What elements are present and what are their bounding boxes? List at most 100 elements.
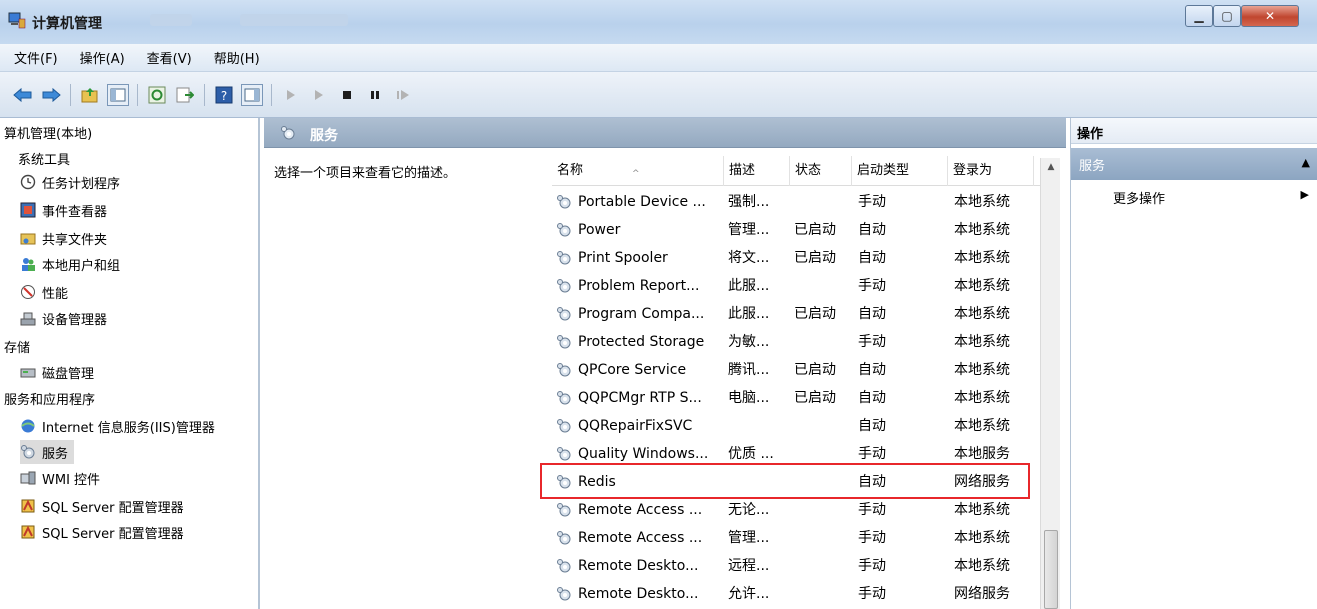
properties-icon[interactable] xyxy=(241,83,263,106)
tree-item-label: 服务 xyxy=(42,446,69,462)
services-pane: 服务 选择一个项目来查看它的描述。 名称 ^ 描述 状态 启动类型 登录为 Po… xyxy=(264,118,1066,609)
service-row[interactable]: Remote Deskto... 允许... 手动 网络服务 xyxy=(552,580,1022,608)
service-name-cell: QPCore Service xyxy=(578,362,687,378)
vertical-scrollbar[interactable]: ▲ xyxy=(1040,158,1060,609)
tree-item-event-viewer[interactable]: 事件查看器 xyxy=(20,198,107,222)
tree-item-shared-folders[interactable]: 共享文件夹 xyxy=(20,226,107,250)
submenu-arrow-icon[interactable]: ▶ xyxy=(1301,188,1309,201)
back-icon[interactable] xyxy=(12,84,34,106)
service-status-cell: 已启动 xyxy=(794,306,836,322)
service-startup-cell: 手动 xyxy=(858,194,886,210)
menu-action[interactable]: 操作(A) xyxy=(80,48,125,67)
service-row[interactable]: Problem Report... 此服... 手动 本地系统 xyxy=(552,272,1022,300)
menu-view[interactable]: 查看(V) xyxy=(147,48,192,67)
menu-help[interactable]: 帮助(H) xyxy=(214,48,260,67)
export-icon[interactable] xyxy=(174,84,196,106)
more-actions-item[interactable]: 更多操作 xyxy=(1113,188,1165,207)
service-logon-cell: 本地系统 xyxy=(954,222,1010,238)
service-status-cell: 已启动 xyxy=(794,390,836,406)
service-row[interactable]: Print Spooler 将文... 已启动 自动 本地系统 xyxy=(552,244,1022,272)
services-icon xyxy=(280,125,296,145)
tree-item-sql-server-config[interactable]: SQL Server 配置管理器 xyxy=(20,520,184,544)
collapse-icon[interactable]: ▲ xyxy=(1302,156,1310,169)
column-header-startup-type[interactable]: 启动类型 xyxy=(852,156,948,186)
column-header-name[interactable]: 名称 ^ xyxy=(552,156,724,186)
stop-icon[interactable] xyxy=(336,84,358,106)
wmi-icon xyxy=(20,470,36,486)
tree-item-label: 服务和应用程序 xyxy=(4,392,96,408)
service-logon-cell: 本地系统 xyxy=(954,306,1010,322)
service-name-cell: Problem Report... xyxy=(578,278,700,294)
service-row[interactable]: Protected Storage 为敏... 手动 本地系统 xyxy=(552,328,1022,356)
tree-item-disk-management[interactable]: 磁盘管理 xyxy=(20,360,94,384)
pane-title: 服务 xyxy=(310,128,338,144)
tree-item-iis-manager[interactable]: Internet 信息服务(IIS)管理器 xyxy=(20,414,215,438)
service-name-cell: QQPCMgr RTP S... xyxy=(578,390,702,406)
service-gear-icon xyxy=(557,307,571,321)
refresh-icon[interactable] xyxy=(146,84,168,106)
tree-item-services[interactable]: 服务 xyxy=(20,440,75,464)
service-desc-cell: 腾讯... xyxy=(728,362,770,378)
tree-item-label: 存储 xyxy=(4,340,31,356)
help-icon[interactable]: ? xyxy=(213,84,235,106)
tree-item-storage[interactable]: 存储 xyxy=(4,334,30,358)
column-header-status[interactable]: 状态 xyxy=(790,156,852,186)
column-header-description[interactable]: 描述 xyxy=(724,156,790,186)
service-row[interactable]: Remote Access ... 无论... 手动 本地系统 xyxy=(552,496,1022,524)
play-alt-icon[interactable] xyxy=(308,84,330,106)
close-button[interactable]: ✕ xyxy=(1241,5,1299,27)
menu-file[interactable]: 文件(F) xyxy=(14,48,58,67)
actions-section-services[interactable]: 服务 ▲ xyxy=(1071,148,1317,180)
service-desc-cell: 将文... xyxy=(728,250,770,266)
tree-item-device-manager[interactable]: 设备管理器 xyxy=(20,306,107,330)
service-row[interactable]: Remote Access ... 管理... 手动 本地系统 xyxy=(552,524,1022,552)
maximize-button[interactable]: ▢ xyxy=(1213,5,1241,27)
column-header-log-on-as[interactable]: 登录为 xyxy=(948,156,1034,186)
service-name-cell: Program Compa... xyxy=(578,306,705,322)
tree-item-computer-management[interactable]: 算机管理(本地) xyxy=(4,120,92,144)
service-row[interactable]: QQPCMgr RTP S... 电脑... 已启动 自动 本地系统 xyxy=(552,384,1022,412)
window-title: 计算机管理 xyxy=(32,16,102,32)
tree-item-local-users[interactable]: 本地用户和组 xyxy=(20,252,120,276)
tree-item-label: 任务计划程序 xyxy=(42,176,121,192)
tree-item-wmi-control[interactable]: WMI 控件 xyxy=(20,466,100,490)
tree-item-sql-server-config[interactable]: SQL Server 配置管理器 xyxy=(20,494,184,518)
service-status-cell xyxy=(794,272,852,300)
service-logon-cell: 本地系统 xyxy=(954,530,1010,546)
tree-item-system-tools[interactable]: 系统工具 xyxy=(18,146,70,170)
tree-item-performance[interactable]: 性能 xyxy=(20,280,68,304)
service-logon-cell: 本地系统 xyxy=(954,194,1010,210)
forward-icon[interactable] xyxy=(40,84,62,106)
tree-item-task-scheduler[interactable]: 任务计划程序 xyxy=(20,170,120,194)
actions-pane: 操作 服务 ▲ 更多操作 ▶ xyxy=(1070,118,1317,609)
service-desc-cell: 电脑... xyxy=(728,390,770,406)
service-logon-cell: 网络服务 xyxy=(954,586,1010,602)
service-status-cell xyxy=(794,524,852,552)
tree-item-services-and-apps[interactable]: 服务和应用程序 xyxy=(4,386,95,410)
scroll-thumb[interactable] xyxy=(1044,530,1058,609)
service-desc-cell: 管理... xyxy=(728,530,770,546)
scroll-up-icon[interactable]: ▲ xyxy=(1041,158,1061,176)
service-row[interactable]: QQRepairFixSVC 自动 本地系统 xyxy=(552,412,1022,440)
show-tree-icon[interactable] xyxy=(107,83,129,106)
up-folder-icon[interactable] xyxy=(79,84,101,106)
highlight-box xyxy=(540,463,1030,499)
service-row[interactable]: Program Compa... 此服... 已启动 自动 本地系统 xyxy=(552,300,1022,328)
service-row[interactable]: Remote Deskto... 远程... 手动 本地系统 xyxy=(552,552,1022,580)
pause-icon[interactable] xyxy=(364,84,386,106)
clock-icon xyxy=(20,174,36,190)
restart-icon[interactable] xyxy=(392,84,414,106)
toolbar-separator xyxy=(271,83,272,106)
service-row[interactable]: Portable Device ... 强制... 手动 本地系统 xyxy=(552,188,1022,216)
column-header-label: 描述 xyxy=(729,163,756,178)
toolbar-separator xyxy=(137,83,138,106)
device-manager-icon xyxy=(20,310,36,326)
play-icon[interactable] xyxy=(280,84,302,106)
service-logon-cell: 本地系统 xyxy=(954,250,1010,266)
services-list: 名称 ^ 描述 状态 启动类型 登录为 Portable Device ... 强… xyxy=(552,148,1044,609)
service-row[interactable]: QPCore Service 腾讯... 已启动 自动 本地系统 xyxy=(552,356,1022,384)
navigation-tree: 算机管理(本地) 系统工具 任务计划程序 事件查看器 共享文件夹 本地用户和组 … xyxy=(0,118,260,609)
minimize-button[interactable]: ▁ xyxy=(1185,5,1213,27)
tree-item-label: 算机管理(本地) xyxy=(4,126,93,142)
service-row[interactable]: Power 管理... 已启动 自动 本地系统 xyxy=(552,216,1022,244)
